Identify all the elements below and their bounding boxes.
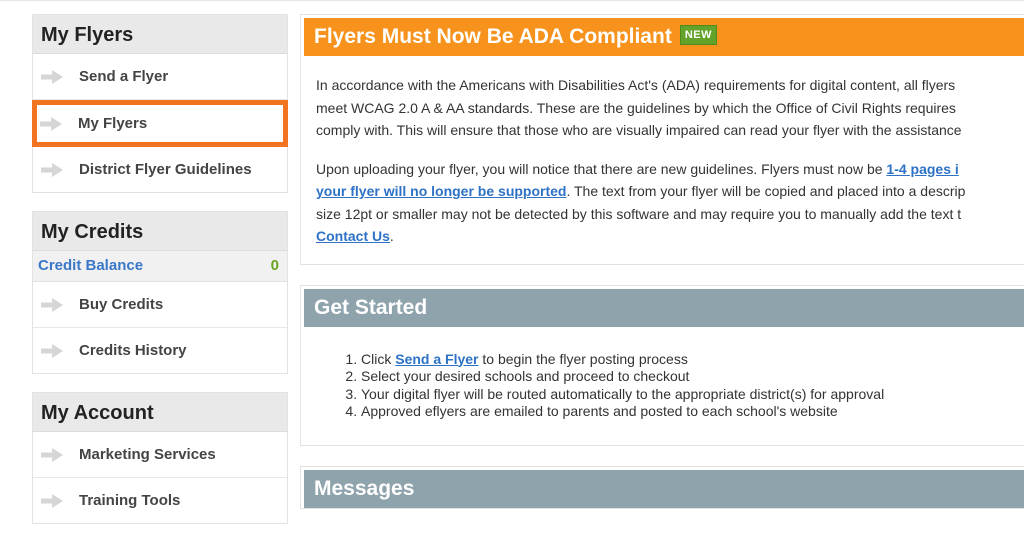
my-flyers-title: My Flyers: [33, 15, 287, 54]
sidebar-item-label: Training Tools: [79, 492, 181, 509]
step-text: Click: [361, 350, 396, 367]
ada-p1-line1: In accordance with the Americans with Di…: [316, 77, 956, 93]
arrow-right-icon: [41, 69, 63, 84]
ada-p1-line2: meet WCAG 2.0 A & AA standards. These ar…: [316, 99, 956, 116]
step-item: Select your desired schools and proceed …: [361, 368, 1024, 386]
ada-p2-line1: Upon uploading your flyer, you will noti…: [316, 160, 887, 177]
arrow-right-icon: [41, 493, 63, 508]
sidebar-item-district-flyer-guidelines[interactable]: District Flyer Guidelines: [33, 147, 287, 192]
ada-notice-header: Flyers Must Now Be ADA Compliant NEW: [304, 18, 1024, 56]
credit-balance-label: Credit Balance: [38, 257, 144, 274]
credit-balance-value: 0: [270, 257, 279, 274]
ada-notice-body: In accordance with the Americans with Di…: [301, 56, 1024, 264]
no-longer-supported-link[interactable]: your flyer will no longer be supported: [316, 183, 566, 199]
sidebar-item-label: My Flyers: [78, 115, 148, 132]
new-badge: NEW: [679, 25, 717, 46]
ada-p1-line3: comply with. This will ensure that those…: [316, 122, 962, 138]
credit-balance-row[interactable]: Credit Balance 0: [33, 251, 287, 282]
ada-paragraph-2: Upon uploading your flyer, you will noti…: [316, 158, 1024, 248]
get-started-body: Click Send a Flyer to begin the flyer po…: [301, 327, 1024, 445]
ada-paragraph-1: In accordance with the Americans with Di…: [316, 74, 1024, 142]
sidebar-item-label: Marketing Services: [79, 446, 216, 463]
sidebar-item-training-tools[interactable]: Training Tools: [33, 478, 287, 523]
my-account-title: My Account: [33, 393, 287, 432]
steps-list: Click Send a Flyer to begin the flyer po…: [315, 351, 1024, 421]
sidebar-item-marketing-services[interactable]: Marketing Services: [33, 432, 287, 478]
my-flyers-panel: My Flyers Send a Flyer My Flyers Distric…: [32, 14, 288, 193]
step-item: Click Send a Flyer to begin the flyer po…: [361, 351, 1024, 369]
ada-p2-line4: .: [389, 228, 394, 244]
main-content: Flyers Must Now Be ADA Compliant NEW In a…: [300, 14, 1024, 529]
sidebar-item-label: Credits History: [79, 342, 187, 359]
sidebar-item-my-flyers[interactable]: My Flyers: [32, 100, 288, 147]
sidebar-item-label: Send a Flyer: [79, 68, 169, 85]
send-a-flyer-link[interactable]: Send a Flyer: [395, 351, 478, 367]
ada-p2-line3: size 12pt or smaller may not be detected…: [316, 205, 962, 222]
arrow-right-icon: [41, 343, 63, 358]
ada-p2-line2: . The text from your flyer will be copie…: [566, 183, 966, 199]
arrow-right-icon: [41, 297, 63, 312]
sidebar-item-buy-credits[interactable]: Buy Credits: [33, 282, 287, 328]
arrow-right-icon: [41, 162, 63, 177]
ada-notice-box: Flyers Must Now Be ADA Compliant NEW In a…: [300, 14, 1024, 265]
top-divider: [0, 0, 1024, 1]
sidebar-item-label: Buy Credits: [79, 296, 164, 313]
arrow-right-icon: [40, 116, 62, 131]
sidebar: My Flyers Send a Flyer My Flyers Distric…: [32, 14, 288, 542]
ada-notice-title: Flyers Must Now Be ADA Compliant: [314, 25, 672, 48]
sidebar-item-credits-history[interactable]: Credits History: [33, 328, 287, 373]
step-text: to begin the flyer posting process: [478, 350, 688, 367]
my-credits-title: My Credits: [33, 212, 287, 251]
pages-limit-link[interactable]: 1-4 pages i: [886, 161, 958, 177]
get-started-header: Get Started: [304, 288, 1024, 327]
messages-header: Messages: [304, 469, 1024, 508]
contact-us-link[interactable]: Contact Us: [316, 228, 390, 244]
step-item: Approved eflyers are emailed to parents …: [361, 403, 1024, 421]
messages-box: Messages: [300, 465, 1024, 509]
arrow-right-icon: [41, 447, 63, 462]
my-credits-panel: My Credits Credit Balance 0 Buy Credits …: [32, 211, 288, 374]
sidebar-item-send-a-flyer[interactable]: Send a Flyer: [33, 54, 287, 100]
sidebar-item-label: District Flyer Guidelines: [79, 161, 252, 178]
get-started-box: Get Started Click Send a Flyer to begin …: [300, 284, 1024, 446]
my-account-panel: My Account Marketing Services Training T…: [32, 392, 288, 524]
step-item: Your digital flyer will be routed automa…: [361, 386, 1024, 404]
